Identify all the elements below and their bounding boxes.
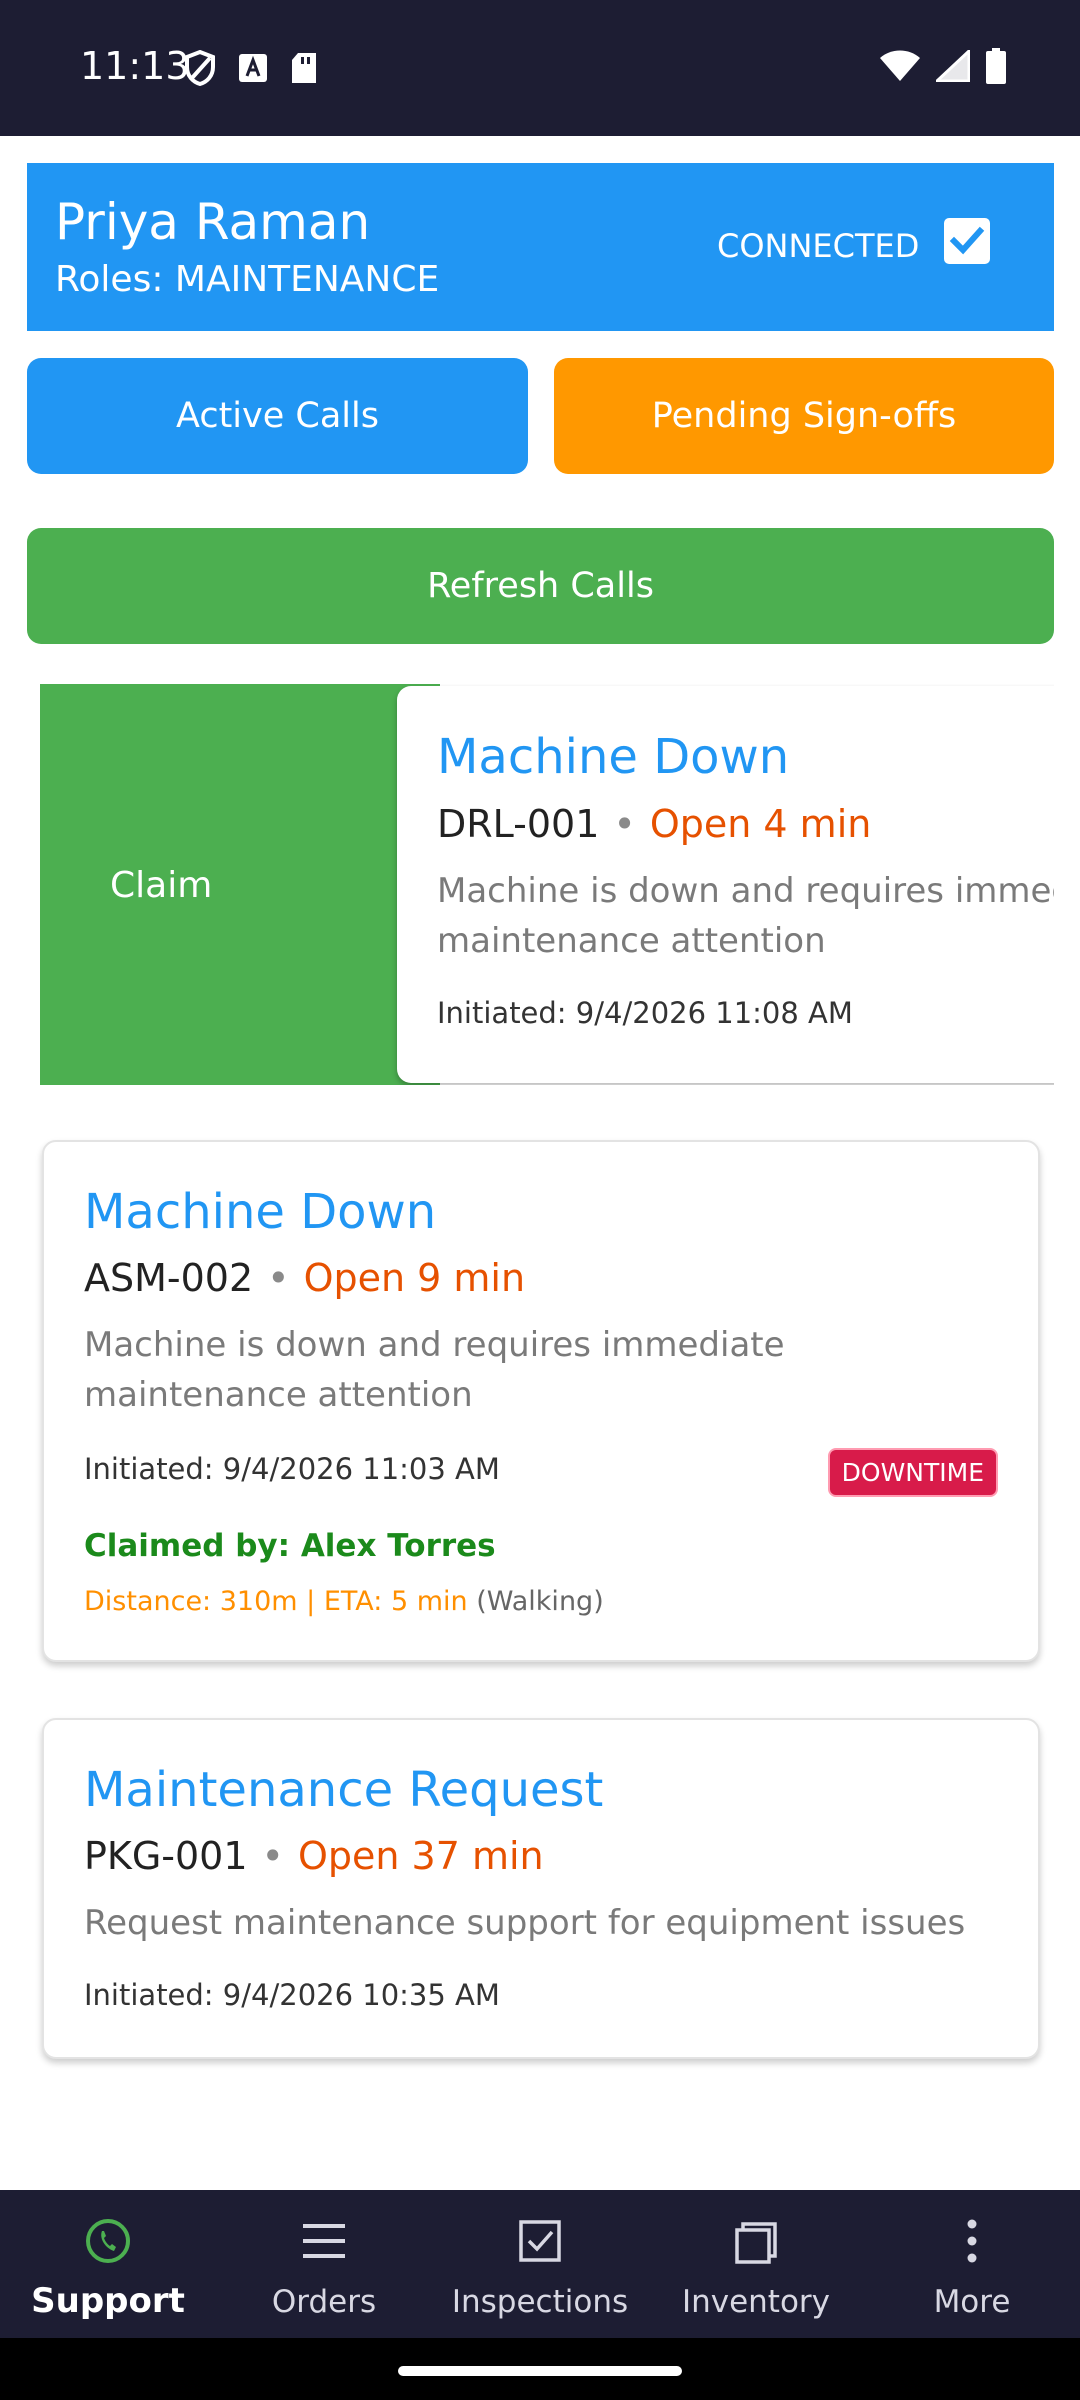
nav-label: Support bbox=[31, 2281, 185, 2321]
nav-label: Orders bbox=[271, 2284, 377, 2320]
machine-code: PKG-001 bbox=[84, 1834, 248, 1878]
claimed-by: Claimed by: Alex Torres bbox=[84, 1528, 496, 1564]
nav-orders[interactable]: Orders bbox=[216, 2190, 432, 2338]
travel-mode: (Walking) bbox=[476, 1586, 604, 1617]
stack-icon bbox=[735, 2222, 777, 2264]
call-description: Machine is down and requires immediate m… bbox=[84, 1325, 785, 1415]
call-initiated: Initiated: 9/4/2026 11:08 AM bbox=[437, 996, 853, 1030]
checkbox-icon bbox=[519, 2220, 561, 2262]
call-card[interactable]: Machine Down ASM-002 • Open 9 min Machine … bbox=[42, 1140, 1040, 1662]
call-meta: DRL-001 • Open 4 min bbox=[437, 802, 871, 846]
separator-dot: • bbox=[267, 1256, 290, 1300]
refresh-calls-button[interactable]: Refresh Calls bbox=[27, 528, 1054, 644]
call-title: Machine Down bbox=[84, 1184, 437, 1240]
call-title: Machine Down bbox=[437, 729, 790, 785]
open-duration: Open 4 min bbox=[649, 802, 872, 846]
nav-more[interactable]: More bbox=[864, 2190, 1080, 2338]
battery-icon bbox=[986, 48, 1006, 84]
user-roles: Roles: MAINTENANCE bbox=[55, 259, 440, 300]
nav-inventory[interactable]: Inventory bbox=[648, 2190, 864, 2338]
more-vertical-icon bbox=[967, 2219, 977, 2263]
separator-dot: • bbox=[613, 802, 636, 846]
claim-label: Claim bbox=[110, 865, 213, 906]
active-calls-button[interactable]: Active Calls bbox=[27, 358, 528, 474]
downtime-badge: DOWNTIME bbox=[827, 1448, 998, 1497]
shield-icon bbox=[185, 50, 215, 86]
connected-checkbox[interactable] bbox=[944, 218, 990, 264]
call-description-text: Machine is down and requires immediate m… bbox=[437, 871, 1054, 961]
call-title: Maintenance Request bbox=[84, 1762, 604, 1818]
nav-inspections[interactable]: Inspections bbox=[432, 2190, 648, 2338]
open-duration: Open 37 min bbox=[297, 1834, 544, 1878]
gesture-bar bbox=[0, 2338, 1080, 2400]
nav-label: More bbox=[933, 2284, 1011, 2320]
checkmark-icon bbox=[949, 226, 985, 255]
user-name: Priya Raman bbox=[55, 193, 371, 251]
sd-card-icon bbox=[292, 53, 316, 83]
call-initiated: Initiated: 9/4/2026 10:35 AM bbox=[84, 1978, 500, 2012]
claim-swipe-action[interactable]: Claim bbox=[40, 684, 440, 1085]
call-card-swipe-container: Claim Machine Down DRL-001 • Open 4 min Ma… bbox=[40, 684, 1054, 1085]
wifi-icon bbox=[880, 50, 920, 81]
phone-icon bbox=[86, 2219, 130, 2263]
distance-eta: Distance: 310m | ETA: 5 min (Walking) bbox=[84, 1586, 604, 1617]
call-initiated: Initiated: 9/4/2026 11:03 AM bbox=[84, 1452, 500, 1486]
call-card[interactable]: Maintenance Request PKG-001 • Open 37 min … bbox=[42, 1718, 1040, 2059]
keyboard-a-icon bbox=[239, 54, 267, 82]
distance-text: Distance: 310m | ETA: 5 min bbox=[84, 1586, 468, 1617]
machine-code: DRL-001 bbox=[437, 802, 600, 846]
nav-support[interactable]: Support bbox=[0, 2190, 216, 2338]
user-header: Priya Raman Roles: MAINTENANCE CONNECTED bbox=[27, 163, 1054, 331]
menu-lines-icon bbox=[303, 2224, 345, 2258]
call-description: Machine is down and requires immediate m… bbox=[437, 866, 1054, 966]
call-description: Request maintenance support for equipmen… bbox=[84, 1903, 966, 1943]
nav-label: Inspections bbox=[451, 2284, 629, 2320]
open-duration: Open 9 min bbox=[303, 1256, 526, 1300]
status-time: 11:13 bbox=[80, 44, 190, 88]
call-meta: ASM-002 • Open 9 min bbox=[84, 1256, 525, 1300]
machine-code: ASM-002 bbox=[84, 1256, 254, 1300]
call-card[interactable]: Machine Down DRL-001 • Open 4 min Machine … bbox=[397, 686, 1054, 1083]
status-bar: 11:13 bbox=[0, 0, 1080, 136]
bottom-navigation: Support Orders Inspections Inventory Mor… bbox=[0, 2190, 1080, 2338]
separator-dot: • bbox=[261, 1834, 284, 1878]
pending-signoffs-button[interactable]: Pending Sign-offs bbox=[554, 358, 1054, 474]
call-meta: PKG-001 • Open 37 min bbox=[84, 1834, 544, 1878]
connection-status: CONNECTED bbox=[717, 227, 920, 265]
cell-signal-icon bbox=[936, 50, 970, 82]
nav-label: Inventory bbox=[681, 2284, 831, 2320]
home-gesture-handle[interactable] bbox=[398, 2366, 682, 2376]
